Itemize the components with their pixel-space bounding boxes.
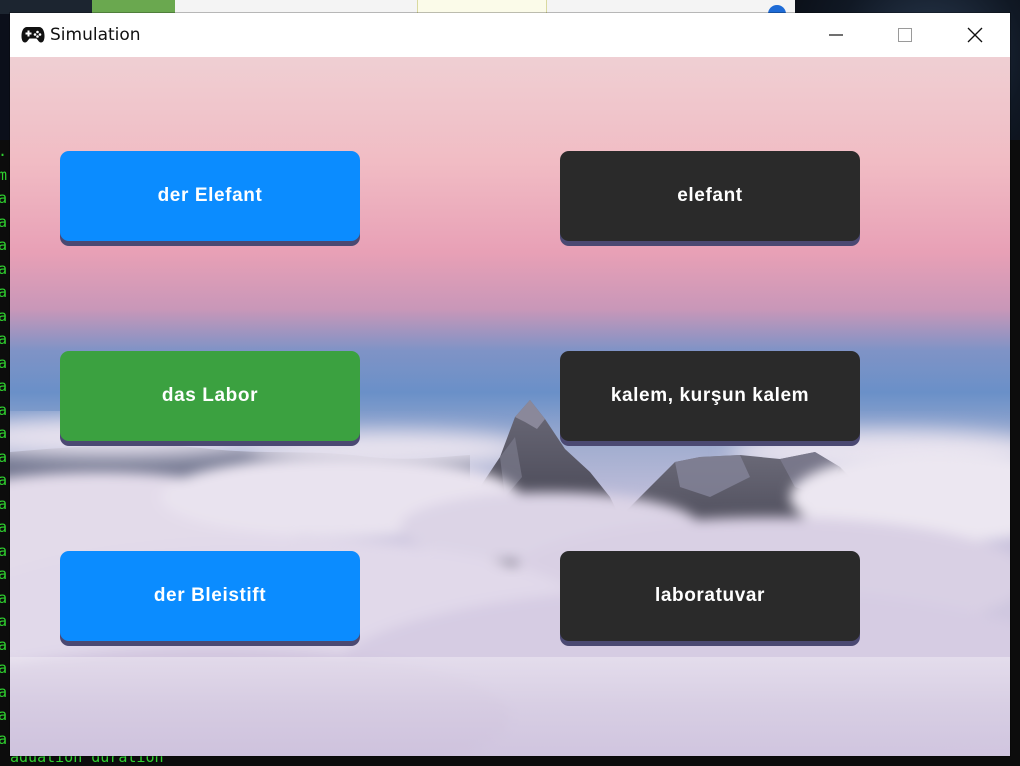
terminal-glyph: a: [0, 283, 8, 301]
game-canvas[interactable]: der Elefant das Labor der Bleistift elef…: [10, 57, 1010, 756]
app-window: Simulation der Elefant das Labor der Ble…: [10, 13, 1010, 756]
background-terminal-bottom: aduation duration: [0, 756, 1020, 766]
terminal-glyph: a: [0, 236, 8, 254]
terminal-glyph: m: [0, 165, 8, 184]
title-bar[interactable]: Simulation: [10, 13, 1010, 57]
minimize-button[interactable]: [813, 13, 859, 57]
terminal-glyph: a: [0, 212, 8, 231]
terminal-glyph: a: [0, 518, 8, 536]
terminal-glyph: a: [0, 424, 8, 442]
terminal-glyph: a: [0, 494, 8, 513]
background-tab: [547, 0, 795, 14]
terminal-glyph: a: [0, 306, 8, 325]
card-german-word[interactable]: der Bleistift: [60, 551, 360, 641]
terminal-glyph: a: [0, 259, 8, 278]
desktop-taskbar-strip: [0, 0, 1020, 140]
close-button[interactable]: [952, 13, 998, 57]
terminal-glyph: a: [0, 189, 8, 207]
card-translation[interactable]: kalem, kurşun kalem: [560, 351, 860, 441]
window-title: Simulation: [50, 25, 141, 45]
terminal-glyph: a: [0, 377, 8, 395]
card-translation[interactable]: laboratuvar: [560, 551, 860, 641]
gamepad-icon: [21, 24, 45, 44]
terminal-bottom-text: aduation duration: [10, 756, 164, 766]
card-translation[interactable]: elefant: [560, 151, 860, 241]
terminal-glyph: .: [0, 140, 10, 164]
terminal-glyph: a: [0, 729, 8, 748]
background-tab-yellow: [417, 0, 547, 14]
terminal-glyph: a: [0, 635, 8, 654]
maximize-button[interactable]: [882, 13, 928, 57]
minimize-icon: [829, 34, 843, 36]
terminal-glyph: a: [0, 565, 8, 583]
background-tab-green: [92, 0, 175, 14]
terminal-glyph: a: [0, 447, 8, 466]
card-german-word-selected[interactable]: das Labor: [60, 351, 360, 441]
terminal-glyph: a: [0, 400, 8, 419]
close-icon: [967, 27, 983, 43]
terminal-glyph: a: [0, 659, 8, 677]
terminal-glyph: a: [0, 353, 8, 372]
terminal-glyph: a: [0, 682, 8, 701]
background-tab: [175, 0, 417, 14]
terminal-glyph: a: [0, 612, 8, 630]
maximize-icon: [898, 28, 912, 42]
background-terminal-right: [1010, 140, 1020, 766]
terminal-glyph: a: [0, 330, 8, 348]
card-german-word[interactable]: der Elefant: [60, 151, 360, 241]
terminal-glyph: a: [0, 706, 8, 724]
terminal-glyph: a: [0, 471, 8, 489]
terminal-glyph: a: [0, 541, 8, 560]
terminal-glyph: a: [0, 588, 8, 607]
background-terminal-left: .maaaaaaaaaaaaaaaaaaaaaaaaa: [0, 140, 10, 766]
